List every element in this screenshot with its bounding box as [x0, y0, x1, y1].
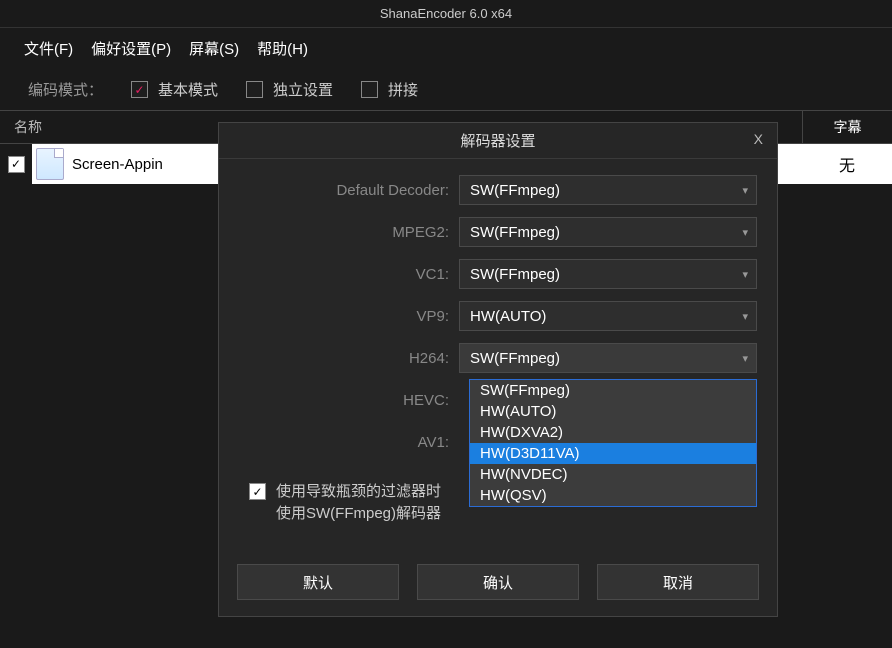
row-checkbox-cell[interactable]: ✓	[0, 144, 32, 184]
dropdown-option[interactable]: HW(DXVA2)	[470, 422, 756, 443]
cancel-button[interactable]: 取消	[597, 564, 759, 600]
decoder-settings-dialog: 解码器设置 X Default Decoder:SW(FFmpeg) MPEG2…	[218, 122, 778, 617]
dropdown-option[interactable]: HW(AUTO)	[470, 401, 756, 422]
dialog-buttons: 默认 确认 取消	[219, 564, 777, 600]
footer-line2: 使用SW(FFmpeg)解码器	[276, 503, 441, 525]
label-h264: H264:	[239, 350, 459, 367]
check-icon: ✓	[8, 156, 25, 173]
header-subtitle[interactable]: 字幕	[802, 111, 892, 143]
dropdown-option[interactable]: SW(FFmpeg)	[470, 380, 756, 401]
mode-concat-label: 拼接	[388, 79, 418, 100]
label-mpeg2: MPEG2:	[239, 224, 459, 241]
label-hevc: HEVC:	[239, 392, 459, 409]
label-av1: AV1:	[239, 434, 459, 451]
label-default-decoder: Default Decoder:	[239, 182, 459, 199]
file-name: Screen-Appin	[72, 156, 163, 173]
close-icon[interactable]: X	[754, 131, 763, 147]
menu-file[interactable]: 文件(F)	[18, 36, 79, 61]
checkbox-empty-icon	[246, 81, 263, 98]
file-icon	[36, 148, 64, 180]
checkbox-empty-icon	[361, 81, 378, 98]
label-vp9: VP9:	[239, 308, 459, 325]
check-icon: ✓	[249, 483, 266, 500]
menu-help[interactable]: 帮助(H)	[251, 36, 314, 61]
encode-mode-label: 编码模式：	[28, 79, 103, 100]
dialog-title: 解码器设置 X	[219, 123, 777, 159]
menu-screen[interactable]: 屏幕(S)	[183, 36, 245, 61]
select-h264[interactable]: SW(FFmpeg)	[459, 343, 757, 373]
select-mpeg2[interactable]: SW(FFmpeg)	[459, 217, 757, 247]
check-icon: ✓	[131, 81, 148, 98]
menu-preferences[interactable]: 偏好设置(P)	[85, 36, 177, 61]
default-button[interactable]: 默认	[237, 564, 399, 600]
mode-independent-label: 独立设置	[273, 79, 333, 100]
mode-concat[interactable]: 拼接	[361, 79, 418, 100]
dialog-title-text: 解码器设置	[460, 130, 535, 151]
footer-line1: 使用导致瓶颈的过滤器时	[276, 481, 441, 503]
encode-mode-bar: 编码模式： ✓ 基本模式 独立设置 拼接	[0, 69, 892, 110]
h264-dropdown[interactable]: SW(FFmpeg) HW(AUTO) HW(DXVA2) HW(D3D11VA…	[469, 379, 757, 507]
dropdown-option-selected[interactable]: HW(D3D11VA)	[470, 443, 756, 464]
select-vc1[interactable]: SW(FFmpeg)	[459, 259, 757, 289]
mode-independent[interactable]: 独立设置	[246, 79, 333, 100]
select-vp9[interactable]: HW(AUTO)	[459, 301, 757, 331]
menubar: 文件(F) 偏好设置(P) 屏幕(S) 帮助(H)	[0, 28, 892, 69]
ok-button[interactable]: 确认	[417, 564, 579, 600]
mode-basic-label: 基本模式	[158, 79, 218, 100]
use-sw-decoder-option[interactable]: ✓ 使用导致瓶颈的过滤器时 使用SW(FFmpeg)解码器	[249, 481, 441, 525]
window-titlebar: ShanaEncoder 6.0 x64	[0, 0, 892, 28]
dropdown-option[interactable]: HW(NVDEC)	[470, 464, 756, 485]
label-vc1: VC1:	[239, 266, 459, 283]
mode-basic[interactable]: ✓ 基本模式	[131, 79, 218, 100]
subtitle-cell[interactable]: 无	[802, 152, 892, 176]
select-default-decoder[interactable]: SW(FFmpeg)	[459, 175, 757, 205]
dropdown-option[interactable]: HW(QSV)	[470, 485, 756, 506]
